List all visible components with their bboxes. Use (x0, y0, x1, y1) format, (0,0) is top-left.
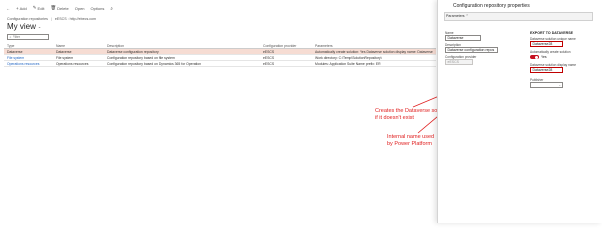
display-name-field[interactable]: Dataverse28 (530, 67, 563, 73)
open-button[interactable]: Open (75, 6, 85, 11)
properties-panel: Configuration repository properties Para… (437, 0, 602, 223)
table-row[interactable]: Operations resources Operations resources… (4, 61, 436, 67)
table-cell: Automatically create solution: Yes Datav… (315, 49, 433, 54)
table-cell[interactable]: Operations resources (4, 62, 53, 66)
table-cell: Dataverse configuration repository (107, 49, 159, 54)
name-field[interactable]: Dataverse (445, 35, 481, 41)
table-cell: eESCS (263, 55, 275, 60)
table-cell[interactable]: Dataverse (4, 50, 53, 54)
toolbar-label: Edit (37, 5, 45, 11)
column-header[interactable]: Description (104, 44, 260, 48)
delete-button[interactable]: 🗑 Delete (50, 5, 68, 11)
description-field[interactable]: Dataverse configuration repos (445, 47, 498, 53)
publisher-field[interactable]: ⌄ (530, 82, 563, 88)
chevron-down-icon: ⌄ (37, 24, 42, 29)
unique-name-field[interactable]: Dataverse28 (530, 41, 563, 47)
breadcrumb-separator: | (50, 17, 52, 21)
breadcrumb: Configuration repositories | eESCS : htt… (7, 17, 96, 21)
section-title: Parameters (446, 14, 465, 18)
filter-box[interactable]: ⌕ (7, 34, 49, 40)
toolbar-label: Open (74, 5, 85, 11)
column-header[interactable]: Parameters (312, 44, 436, 48)
column-header[interactable]: Configuration provider (260, 44, 312, 48)
table-cell: Work directory: C:\Temp\SolutionReposito… (315, 55, 382, 60)
table-cell: eESCS (263, 49, 275, 54)
app-main-area: ← + Add ✎ Edit 🗑 Delete Open Options ⌕ Configurat… (0, 0, 436, 223)
auto-create-label: Automatically create solution (530, 50, 571, 54)
table-cell: Configuration repository based on Dynami… (107, 61, 202, 66)
table-cell: Configuration repository based on file s… (107, 55, 175, 60)
panel-title: Configuration repository properties (453, 3, 530, 9)
auto-create-toggle[interactable]: Yes (530, 55, 547, 60)
table-cell: Dataverse (56, 49, 72, 54)
options-button[interactable]: Options (91, 6, 105, 11)
annotation-internal-name: Internal name used by Power Platform (387, 134, 435, 147)
edit-icon: ✎ (32, 5, 37, 10)
toolbar-search-icon[interactable]: ⌕ (110, 6, 114, 11)
chevron-up-icon: ⌃ (465, 14, 469, 18)
column-header[interactable]: Name (53, 44, 104, 48)
search-icon: ⌕ (9, 35, 12, 39)
toggle-value: Yes (541, 55, 547, 60)
parameters-section-label: Parameters ⌃ (446, 14, 469, 18)
chevron-down-icon: ⌄ (558, 83, 561, 87)
back-arrow-icon[interactable]: ← (6, 6, 10, 11)
search-icon: ⌕ (110, 5, 113, 11)
table-cell[interactable]: File system (4, 56, 53, 60)
delete-icon: 🗑 (50, 5, 57, 10)
export-heading: EXPORT TO DATAVERSE (530, 31, 574, 35)
page-title: My view (7, 22, 36, 31)
toggle-track (530, 55, 539, 60)
table-cell: Operations resources (56, 61, 89, 66)
toolbar-label: Options (90, 5, 105, 11)
toolbar-label: Delete (57, 5, 69, 11)
toggle-knob (535, 55, 539, 59)
table-cell: eESCS (263, 61, 275, 66)
column-header[interactable]: Type (4, 44, 53, 48)
breadcrumb-company: eESCS : http://ebecs.com (54, 17, 97, 21)
view-selector[interactable]: My view ⌄ (7, 22, 41, 31)
breadcrumb-module[interactable]: Configuration repositories (7, 17, 48, 21)
filter-input[interactable] (12, 35, 47, 39)
edit-button[interactable]: ✎ Edit (33, 5, 45, 11)
provider-field: eESCS (445, 59, 473, 65)
table-cell: Modules: Application Suite Name prefix: … (315, 61, 381, 66)
add-button[interactable]: + Add (16, 6, 27, 11)
repository-grid: Type Name Description Configuration provide… (4, 43, 436, 67)
table-cell: File system (56, 55, 74, 60)
toolbar-label: Add (19, 5, 27, 11)
add-icon: + (16, 5, 19, 11)
action-toolbar: ← + Add ✎ Edit 🗑 Delete Open Options ⌕ (0, 3, 120, 13)
